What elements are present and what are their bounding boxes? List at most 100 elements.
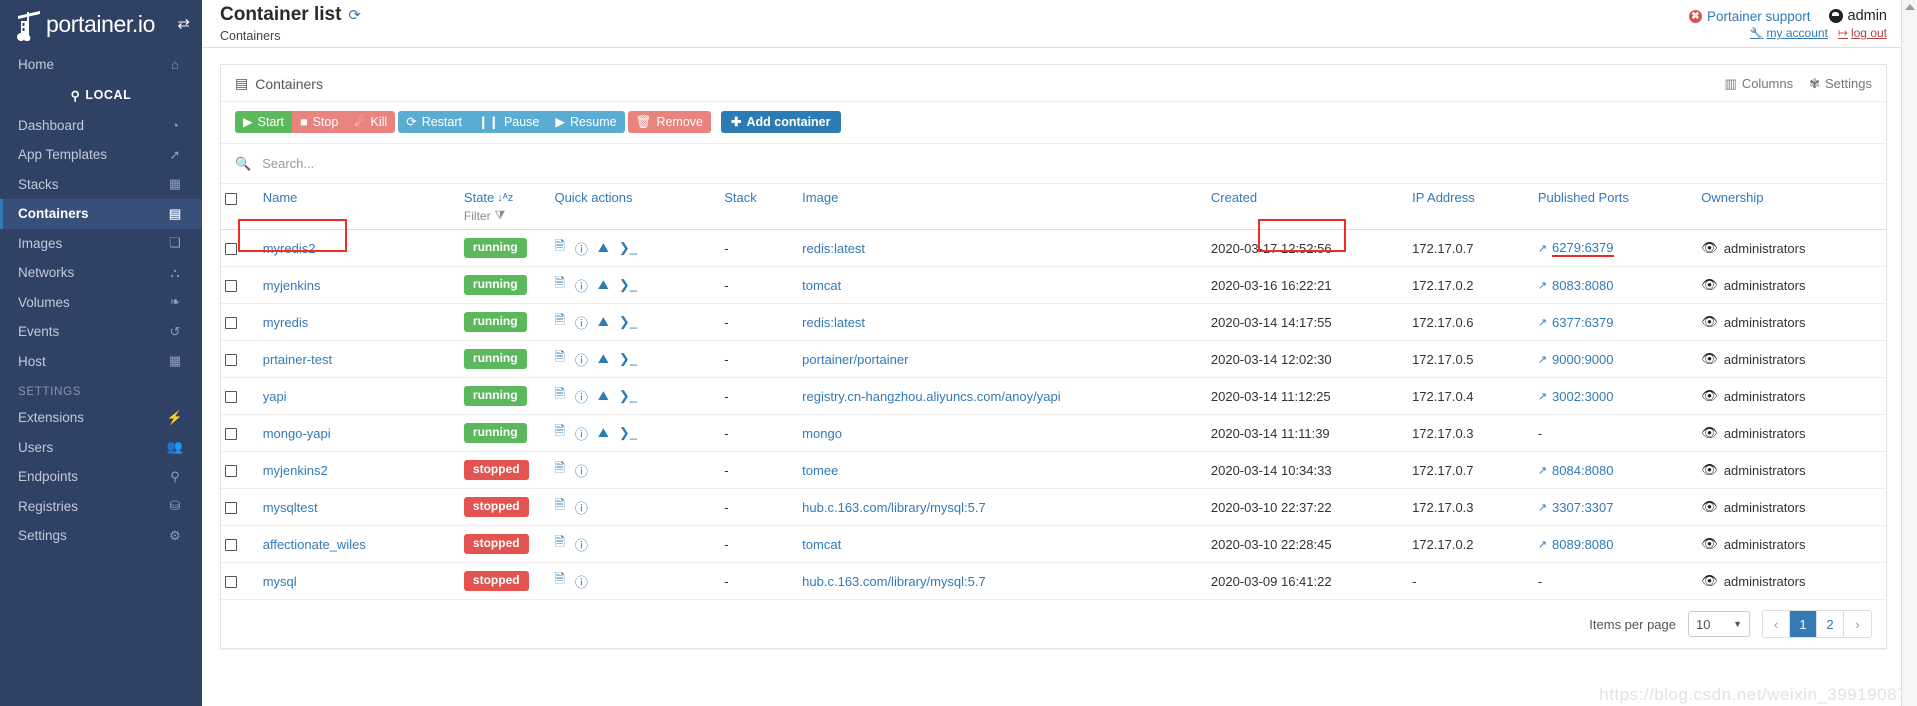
container-name-cell[interactable]: myredis xyxy=(258,303,460,341)
info-icon[interactable]: ⓘ xyxy=(575,276,588,295)
stop-button[interactable]: ■ Stop xyxy=(292,111,347,133)
row-checkbox[interactable] xyxy=(225,502,237,515)
portainer-support-link[interactable]: ✖ Portainer support xyxy=(1688,9,1811,24)
info-icon[interactable]: ⓘ xyxy=(575,461,588,480)
row-select-cell[interactable] xyxy=(221,525,259,563)
console-icon[interactable]: ❯_ xyxy=(619,314,637,330)
published-ports-cell[interactable]: ↗ 8083:8080 xyxy=(1533,266,1698,304)
port-link[interactable]: 3307:3307 xyxy=(1552,500,1613,515)
info-icon[interactable]: ⓘ xyxy=(575,239,588,258)
sidebar-item-containers[interactable]: Containers ▤ xyxy=(0,199,202,229)
logs-icon[interactable]: 🗎 xyxy=(554,385,564,407)
table-row[interactable]: mysqltest stopped 🗎 ⓘ - hub.c.163.com/library… xyxy=(221,488,1886,526)
table-row[interactable]: mongo-yapi running 🗎 ⓘ ⛰ ❯_ - mongo 2020-03-14 1… xyxy=(221,414,1886,452)
table-row[interactable]: myredis2 running 🗎 ⓘ ⛰ ❯_ - redis:latest 2020-03… xyxy=(221,229,1886,267)
info-icon[interactable]: ⓘ xyxy=(575,387,588,406)
published-ports-cell[interactable]: ↗ 6279:6379 xyxy=(1533,229,1698,267)
logs-icon[interactable]: 🗎 xyxy=(554,422,564,444)
table-row[interactable]: mysql stopped 🗎 ⓘ - hub.c.163.com/library/mys… xyxy=(221,562,1886,600)
scroll-up-arrow-icon[interactable] xyxy=(1905,4,1915,10)
th-published-ports[interactable]: Published Ports xyxy=(1533,184,1698,230)
container-name-link[interactable]: mysql xyxy=(263,574,297,589)
port-link[interactable]: 6279:6379 xyxy=(1552,240,1614,257)
row-select-cell[interactable] xyxy=(221,414,259,452)
container-name-link[interactable]: affectionate_wiles xyxy=(263,537,366,552)
port-link[interactable]: 8084:8080 xyxy=(1552,463,1613,478)
published-ports-cell[interactable]: ↗ 3307:3307 xyxy=(1533,488,1698,526)
port-link[interactable]: 8089:8080 xyxy=(1552,537,1613,552)
stats-chart-icon[interactable]: ⛰ xyxy=(598,240,609,256)
published-ports-cell[interactable]: ↗ 9000:9000 xyxy=(1533,340,1698,378)
image-cell[interactable]: portainer/portainer xyxy=(798,340,1207,378)
user-block[interactable]: admin xyxy=(1828,8,1887,24)
console-icon[interactable]: ❯_ xyxy=(619,388,637,404)
published-ports-cell[interactable]: ↗ 6377:6379 xyxy=(1533,303,1698,341)
info-icon[interactable]: ⓘ xyxy=(575,424,588,443)
pagination-page-1[interactable]: 1 xyxy=(1790,611,1817,637)
info-icon[interactable]: ⓘ xyxy=(575,572,588,591)
stats-chart-icon[interactable]: ⛰ xyxy=(598,425,609,441)
row-select-cell[interactable] xyxy=(221,488,259,526)
th-image[interactable]: Image xyxy=(798,184,1207,230)
container-name-link[interactable]: mysqltest xyxy=(263,500,318,515)
container-name-link[interactable]: myredis2 xyxy=(263,241,316,256)
start-button[interactable]: ▶ Start xyxy=(235,111,293,133)
sidebar-item-events[interactable]: Events ↺ xyxy=(0,317,202,347)
console-icon[interactable]: ❯_ xyxy=(619,277,637,293)
th-select-all[interactable] xyxy=(221,184,259,230)
row-select-cell[interactable] xyxy=(221,377,259,415)
image-link[interactable]: hub.c.163.com/library/mysql:5.7 xyxy=(802,574,986,589)
stats-chart-icon[interactable]: ⛰ xyxy=(598,351,609,367)
th-ownership[interactable]: Ownership xyxy=(1697,184,1886,230)
th-created[interactable]: Created xyxy=(1206,184,1409,230)
container-name-cell[interactable]: myjenkins2 xyxy=(258,451,460,489)
row-select-cell[interactable] xyxy=(221,229,259,267)
sidebar-item-app-templates[interactable]: App Templates ➚ xyxy=(0,140,202,170)
image-link[interactable]: tomcat xyxy=(802,537,841,552)
kill-button[interactable]: ☄ Kill xyxy=(346,111,396,133)
row-checkbox[interactable] xyxy=(225,391,237,404)
container-name-cell[interactable]: mysql xyxy=(258,562,460,600)
container-name-link[interactable]: prtainer-test xyxy=(263,352,332,367)
table-row[interactable]: myredis running 🗎 ⓘ ⛰ ❯_ - redis:latest 2020-03-… xyxy=(221,303,1886,341)
image-cell[interactable]: tomee xyxy=(798,451,1207,489)
refresh-icon[interactable]: ⟳ xyxy=(348,8,361,23)
container-name-link[interactable]: yapi xyxy=(263,389,287,404)
info-icon[interactable]: ⓘ xyxy=(575,313,588,332)
select-all-checkbox[interactable] xyxy=(225,192,237,205)
row-checkbox[interactable] xyxy=(225,428,237,441)
console-icon[interactable]: ❯_ xyxy=(619,240,637,256)
console-icon[interactable]: ❯_ xyxy=(619,351,637,367)
row-checkbox[interactable] xyxy=(225,354,237,367)
restart-button[interactable]: ⟳ Restart xyxy=(398,111,470,133)
container-name-cell[interactable]: mysqltest xyxy=(258,488,460,526)
console-icon[interactable]: ❯_ xyxy=(619,425,637,441)
image-cell[interactable]: mongo xyxy=(798,414,1207,452)
th-ip-address[interactable]: IP Address xyxy=(1408,184,1534,230)
table-row[interactable]: myjenkins running 🗎 ⓘ ⛰ ❯_ - tomcat 2020-03-16 1… xyxy=(221,266,1886,304)
sidebar-item-extensions[interactable]: Extensions ⚡ xyxy=(0,403,202,433)
row-select-cell[interactable] xyxy=(221,451,259,489)
sidebar-item-images[interactable]: Images ❏ xyxy=(0,229,202,259)
port-link[interactable]: 8083:8080 xyxy=(1552,278,1613,293)
image-link[interactable]: portainer/portainer xyxy=(802,352,908,367)
container-name-cell[interactable]: mongo-yapi xyxy=(258,414,460,452)
port-link[interactable]: 3002:3000 xyxy=(1552,389,1613,404)
stats-chart-icon[interactable]: ⛰ xyxy=(598,314,609,330)
image-cell[interactable]: tomcat xyxy=(798,525,1207,563)
table-row[interactable]: prtainer-test running 🗎 ⓘ ⛰ ❯_ - portainer/port… xyxy=(221,340,1886,378)
th-state[interactable]: State ↓ᴬz Filter ⧩ xyxy=(459,184,551,230)
sidebar-item-endpoints[interactable]: Endpoints ⚲ xyxy=(0,462,202,492)
table-row[interactable]: myjenkins2 stopped 🗎 ⓘ - tomee 2020-03-14 10:3… xyxy=(221,451,1886,489)
pause-button[interactable]: ❙❙ Pause xyxy=(469,111,548,133)
published-ports-cell[interactable]: ↗ 8089:8080 xyxy=(1533,525,1698,563)
stats-chart-icon[interactable]: ⛰ xyxy=(598,388,609,404)
container-name-link[interactable]: myjenkins xyxy=(263,278,321,293)
port-link[interactable]: 6377:6379 xyxy=(1552,315,1613,330)
row-select-cell[interactable] xyxy=(221,562,259,600)
logs-icon[interactable]: 🗎 xyxy=(554,311,564,333)
sidebar-item-host[interactable]: Host ▦ xyxy=(0,347,202,377)
container-name-cell[interactable]: prtainer-test xyxy=(258,340,460,378)
image-link[interactable]: tomcat xyxy=(802,278,841,293)
items-per-page-select[interactable]: 10 ▼ xyxy=(1688,611,1750,637)
